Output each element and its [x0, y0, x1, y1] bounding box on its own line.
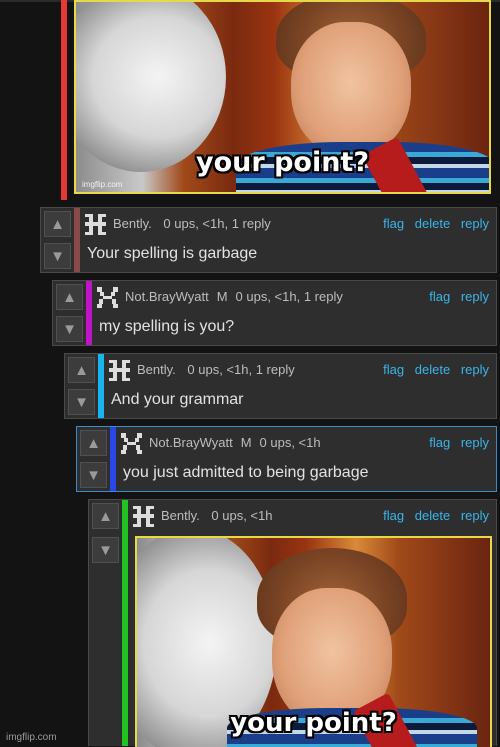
comment-3: ▲ ▼ Bently. 0 ups, <1h, 1 reply flag del… — [64, 353, 497, 419]
arrow-up-icon[interactable]: ▲ — [44, 211, 71, 237]
flag-link[interactable]: flag — [429, 289, 450, 304]
thread-color-bar — [122, 500, 128, 746]
meme-image-top: your point? imgflip.com — [74, 0, 491, 194]
comment-actions: flag delete reply — [376, 216, 489, 231]
comment-actions: flag delete reply — [376, 508, 489, 523]
page-watermark: imgflip.com — [6, 732, 57, 743]
vote-controls: ▲ ▼ — [77, 427, 110, 491]
comment-actions: flag reply — [422, 435, 489, 450]
comment-5: ▲ ▼ Bently. 0 ups, <1h flag delete reply… — [88, 499, 497, 747]
reply-link[interactable]: reply — [461, 216, 489, 231]
comment-stats: 0 ups, <1h — [259, 435, 321, 450]
comment-text: Your spelling is garbage — [87, 245, 258, 262]
arrow-down-icon[interactable]: ▼ — [68, 389, 95, 415]
comment-actions: flag delete reply — [376, 362, 489, 377]
flag-link[interactable]: flag — [383, 362, 404, 377]
delete-link[interactable]: delete — [415, 362, 450, 377]
thread-color-bar — [74, 208, 80, 272]
avatar-icon[interactable] — [85, 214, 106, 235]
comment-stats: 0 ups, <1h — [211, 508, 273, 523]
comment-stats: 0 ups, <1h, 1 reply — [187, 362, 295, 377]
thread-color-bar — [98, 354, 104, 418]
arrow-up-icon[interactable]: ▲ — [56, 284, 83, 310]
comment-4: ▲ ▼ Not.BrayWyatt M 0 ups, <1h flag reply … — [76, 426, 497, 492]
comment-1: ▲ ▼ Bently. 0 ups, <1h, 1 reply flag del… — [40, 207, 497, 273]
comment-text: you just admitted to being garbage — [123, 464, 369, 481]
comment-text: my spelling is you? — [99, 318, 235, 335]
mod-badge: M — [240, 435, 252, 450]
arrow-up-icon[interactable]: ▲ — [80, 430, 107, 456]
vote-controls: ▲ ▼ — [65, 354, 98, 418]
arrow-down-icon[interactable]: ▼ — [80, 462, 107, 488]
meme-watermark: imgflip.com — [82, 180, 123, 189]
comment-2: ▲ ▼ Not.BrayWyatt M 0 ups, <1h, 1 reply fl… — [52, 280, 497, 346]
flag-link[interactable]: flag — [429, 435, 450, 450]
thread-bar-red — [61, 0, 67, 200]
vote-controls: ▲ ▼ — [53, 281, 86, 345]
flag-link[interactable]: flag — [383, 508, 404, 523]
avatar-icon[interactable] — [109, 360, 130, 381]
reply-link[interactable]: reply — [461, 362, 489, 377]
arrow-down-icon[interactable]: ▼ — [44, 243, 71, 269]
avatar-icon[interactable] — [97, 287, 118, 308]
reply-link[interactable]: reply — [461, 289, 489, 304]
comment-meta: Bently. 0 ups, <1h, 1 reply — [113, 216, 271, 231]
arrow-up-icon[interactable]: ▲ — [92, 503, 119, 529]
avatar-icon[interactable] — [121, 433, 142, 454]
thread-color-bar — [110, 427, 116, 491]
comment-meta: Bently. 0 ups, <1h — [161, 508, 272, 523]
thread-color-bar — [86, 281, 92, 345]
arrow-up-icon[interactable]: ▲ — [68, 357, 95, 383]
username-link[interactable]: Bently. — [137, 362, 176, 377]
comment-actions: flag reply — [422, 289, 489, 304]
username-link[interactable]: Bently. — [113, 216, 152, 231]
meme-caption: your point? — [230, 708, 397, 738]
comment-stats: 0 ups, <1h, 1 reply — [235, 289, 343, 304]
arrow-down-icon[interactable]: ▼ — [56, 316, 83, 342]
username-link[interactable]: Not.BrayWyatt — [149, 435, 233, 450]
reply-link[interactable]: reply — [461, 508, 489, 523]
comment-text: And your grammar — [111, 391, 244, 408]
avatar-icon[interactable] — [133, 506, 154, 527]
vote-controls: ▲ ▼ — [89, 500, 122, 566]
comment-meta: Bently. 0 ups, <1h, 1 reply — [137, 362, 295, 377]
flag-link[interactable]: flag — [383, 216, 404, 231]
reply-link[interactable]: reply — [461, 435, 489, 450]
vote-controls: ▲ ▼ — [41, 208, 74, 272]
comment-meta: Not.BrayWyatt M 0 ups, <1h, 1 reply — [125, 289, 343, 304]
comment-meta: Not.BrayWyatt M 0 ups, <1h — [149, 435, 321, 450]
meme-caption: your point? — [195, 147, 369, 178]
username-link[interactable]: Not.BrayWyatt — [125, 289, 209, 304]
meme-image-reply: your point? — [135, 536, 492, 747]
username-link[interactable]: Bently. — [161, 508, 200, 523]
arrow-down-icon[interactable]: ▼ — [92, 537, 119, 563]
comment-stats: 0 ups, <1h, 1 reply — [163, 216, 271, 231]
delete-link[interactable]: delete — [415, 508, 450, 523]
mod-badge: M — [216, 289, 228, 304]
delete-link[interactable]: delete — [415, 216, 450, 231]
